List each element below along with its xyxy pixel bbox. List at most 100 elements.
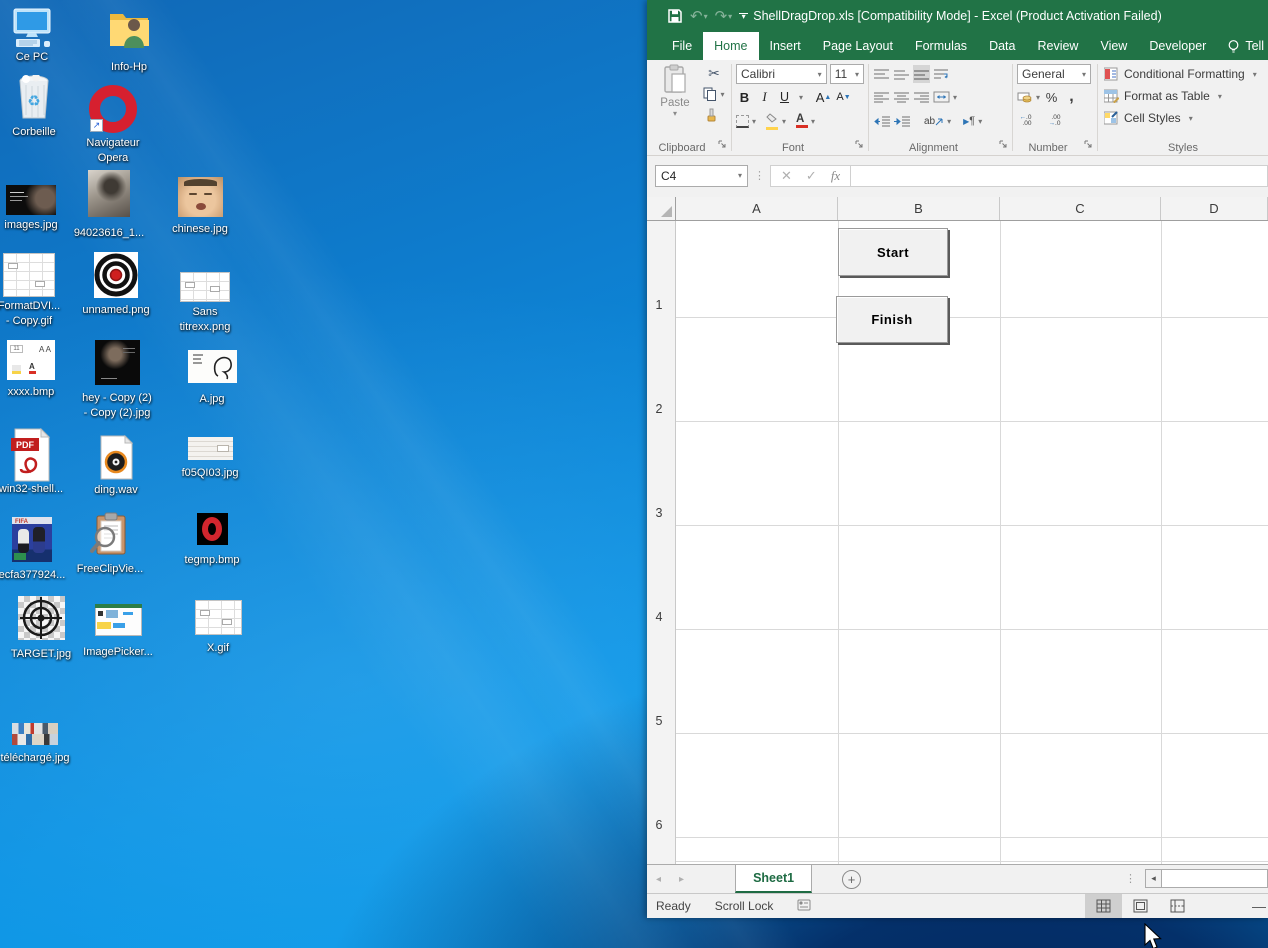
- sans-titrexx-png-icon[interactable]: [180, 272, 230, 302]
- confirm-entry-icon[interactable]: ✓: [806, 168, 817, 184]
- ce-pc-icon[interactable]: [8, 8, 56, 48]
- row-header-6[interactable]: 6: [647, 818, 671, 832]
- percent-style-button[interactable]: %: [1043, 88, 1060, 106]
- cell-styles-button[interactable]: Cell Styles ▾: [1104, 107, 1257, 129]
- row-header-3[interactable]: 3: [647, 506, 671, 520]
- grow-font-button[interactable]: A ▲: [815, 88, 832, 106]
- number-dialog-launcher-icon[interactable]: [1084, 138, 1093, 152]
- cancel-entry-icon[interactable]: ✕: [781, 168, 792, 184]
- tab-view[interactable]: View: [1089, 32, 1138, 60]
- align-top-icon[interactable]: [873, 65, 890, 83]
- tab-splitter-handle[interactable]: ⋮: [1125, 872, 1136, 885]
- f05qi03-jpg-icon[interactable]: [187, 437, 233, 460]
- macro-record-icon[interactable]: [785, 898, 824, 914]
- font-size-select[interactable]: 11 ▾: [829, 64, 864, 84]
- align-left-icon[interactable]: [873, 88, 890, 106]
- tell-me-box[interactable]: Tell me..: [1217, 32, 1268, 60]
- tab-home[interactable]: Home: [703, 32, 759, 60]
- finish-button[interactable]: Finish: [836, 296, 948, 343]
- select-all-corner[interactable]: [647, 197, 676, 221]
- desktop-icon-f05qi03-jpg[interactable]: f05QI03.jpg: [165, 437, 255, 479]
- desktop-icon-formatdvi-copy-gif[interactable]: FormatDVI... - Copy.gif: [0, 253, 74, 327]
- desktop-icon-sans-titrexx-png[interactable]: Sans titrexx.png: [160, 272, 250, 333]
- desktop-icon-ding-wav[interactable]: ding.wav: [71, 435, 161, 496]
- clipboard-dialog-launcher-icon[interactable]: [718, 138, 727, 152]
- alignment-dialog-launcher-icon[interactable]: [999, 138, 1008, 152]
- desktop-icon-chinese-jpg[interactable]: chinese.jpg: [155, 177, 245, 235]
- row-header-2[interactable]: 2: [647, 402, 671, 416]
- sheet-grid[interactable]: [676, 221, 1268, 864]
- desktop-icon-a-jpg[interactable]: A.jpg: [167, 350, 257, 405]
- prev-sheet-icon[interactable]: ◂: [647, 865, 670, 893]
- ding-wav-icon[interactable]: [99, 435, 133, 480]
- telecharge-jpg-icon[interactable]: [12, 723, 58, 745]
- conditional-formatting-button[interactable]: Conditional Formatting ▾: [1104, 63, 1257, 85]
- next-sheet-icon[interactable]: ▸: [670, 865, 693, 893]
- tegmp-bmp-icon[interactable]: [196, 513, 228, 545]
- desktop-icon-unnamed-png[interactable]: unnamed.png: [71, 252, 161, 316]
- bold-button[interactable]: B: [736, 88, 753, 106]
- imagepicker-icon[interactable]: [94, 604, 142, 636]
- copy-icon[interactable]: ▾: [699, 85, 729, 103]
- tab-formulas[interactable]: Formulas: [904, 32, 978, 60]
- save-icon[interactable]: [667, 8, 683, 24]
- align-center-icon[interactable]: [893, 88, 910, 106]
- orientation-icon[interactable]: ab ▾: [924, 112, 951, 130]
- ecfa377924-icon[interactable]: FIFA: [12, 517, 52, 562]
- navigateur-opera-icon[interactable]: ↗: [89, 85, 137, 133]
- hey-copy-2-icon[interactable]: [94, 340, 140, 385]
- font-name-select[interactable]: Calibri ▾: [736, 64, 827, 84]
- tab-page-layout[interactable]: Page Layout: [812, 32, 904, 60]
- desktop-icon-info-hp[interactable]: Info-Hp: [84, 8, 174, 73]
- text-direction-icon[interactable]: ▶ ¶ ▾: [963, 112, 982, 130]
- cut-icon[interactable]: ✂: [699, 64, 729, 82]
- win32-shell-pdf-icon[interactable]: PDF: [9, 428, 53, 482]
- font-color-icon[interactable]: A ▾: [796, 112, 815, 130]
- desktop-icon-tegmp-bmp[interactable]: tegmp.bmp: [167, 513, 257, 566]
- target-jpg-icon[interactable]: [17, 596, 65, 640]
- tab-file[interactable]: File: [661, 32, 703, 60]
- borders-icon[interactable]: ▾: [736, 112, 756, 130]
- wrap-text-icon[interactable]: [933, 65, 950, 83]
- row-header-4[interactable]: 4: [647, 610, 671, 624]
- new-sheet-icon[interactable]: +: [842, 869, 862, 889]
- desktop-icon-imagepicker[interactable]: ImagePicker...: [73, 604, 163, 658]
- insert-function-icon[interactable]: fx: [831, 168, 840, 184]
- comma-style-button[interactable]: ,: [1063, 88, 1080, 106]
- scrollbar-thumb[interactable]: [1162, 869, 1268, 888]
- tab-insert[interactable]: Insert: [759, 32, 812, 60]
- decrease-indent-icon[interactable]: [873, 112, 890, 130]
- formula-bar-handle[interactable]: ⋮: [748, 169, 770, 182]
- scroll-left-icon[interactable]: ◂: [1145, 869, 1162, 888]
- decrease-decimal-icon[interactable]: .00 →.0: [1046, 112, 1063, 130]
- number-format-select[interactable]: General ▾: [1017, 64, 1091, 84]
- tab-data[interactable]: Data: [978, 32, 1026, 60]
- horizontal-scrollbar[interactable]: ◂: [1145, 869, 1268, 888]
- column-header-C[interactable]: C: [1000, 197, 1161, 220]
- images-jpg-icon[interactable]: [6, 185, 56, 215]
- align-bottom-icon[interactable]: [913, 65, 930, 83]
- column-header-B[interactable]: B: [838, 197, 1000, 220]
- accounting-format-icon[interactable]: ▾: [1017, 88, 1040, 106]
- sheet-tab-sheet1[interactable]: Sheet1: [735, 865, 813, 893]
- undo-icon[interactable]: ↶ ▾: [690, 7, 708, 25]
- 94023616-1-icon[interactable]: [88, 170, 130, 217]
- format-painter-icon[interactable]: [699, 106, 729, 124]
- format-as-table-button[interactable]: Format as Table ▾: [1104, 85, 1257, 107]
- row-header-5[interactable]: 5: [647, 714, 671, 728]
- desktop-icon-telecharge-jpg[interactable]: téléchargé.jpg: [0, 723, 80, 764]
- chinese-jpg-icon[interactable]: [177, 177, 223, 217]
- desktop-icon-freeclipview[interactable]: FreeClipVie...: [65, 512, 155, 575]
- info-hp-icon[interactable]: [109, 8, 149, 50]
- desktop-icon-xxxx-bmp[interactable]: 11 A A Axxxx.bmp: [0, 340, 76, 398]
- start-button[interactable]: Start: [838, 228, 948, 276]
- desktop-icon-win32-shell-pdf[interactable]: PDF win32-shell...: [0, 428, 76, 495]
- merge-center-icon[interactable]: ▾: [933, 88, 957, 106]
- desktop-icon-navigateur-opera[interactable]: ↗ Navigateur Opera: [68, 85, 158, 164]
- freeclipview-icon[interactable]: [89, 512, 131, 557]
- page-break-view-icon[interactable]: [1159, 894, 1196, 918]
- a-jpg-icon[interactable]: [187, 350, 237, 383]
- increase-indent-icon[interactable]: [893, 112, 910, 130]
- font-dialog-launcher-icon[interactable]: [855, 138, 864, 152]
- normal-view-icon[interactable]: [1085, 894, 1122, 918]
